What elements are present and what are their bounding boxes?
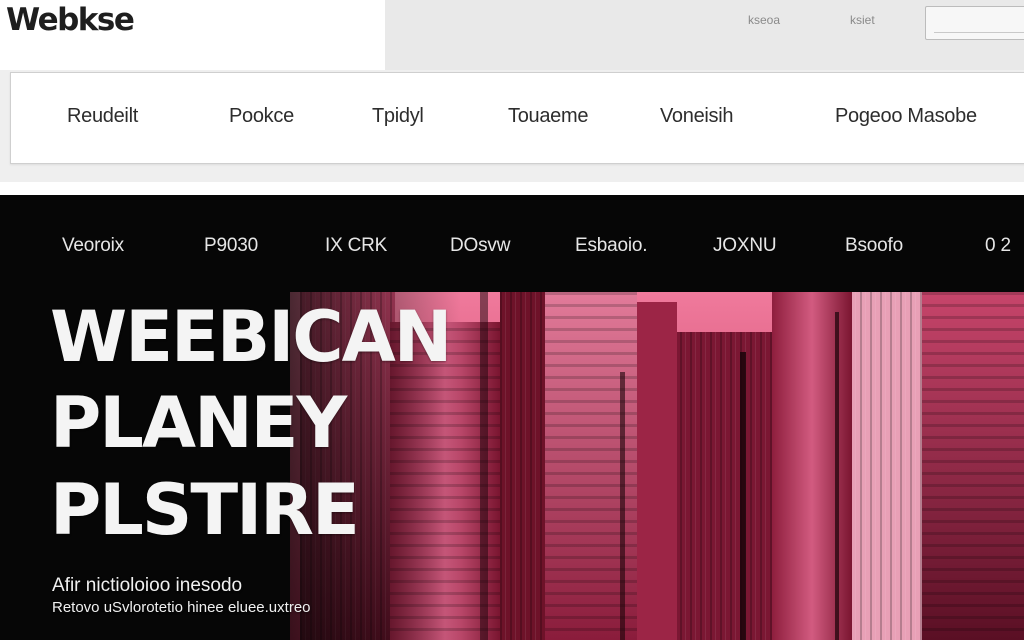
primary-menu: Reudeilt Pookce Tpidyl Touaeme Voneisih … — [0, 58, 1024, 184]
menu-item-2[interactable]: Pookce — [229, 105, 294, 128]
menu-item-4[interactable]: Touaeme — [508, 105, 588, 128]
nav-item-4[interactable]: DOsvw — [450, 235, 510, 257]
nav-item-6[interactable]: JOXNU — [713, 235, 777, 257]
top-link-1[interactable]: kseoa — [748, 13, 780, 27]
nav-item-3[interactable]: IX CRK — [325, 235, 387, 257]
nav-item-8[interactable]: 0 2 — [985, 235, 1011, 257]
hero-title-line-1: WEEBICAN — [50, 296, 452, 378]
nav-item-7[interactable]: Bsoofo — [845, 235, 903, 257]
search-input-underline — [934, 32, 1024, 33]
menu-item-6[interactable]: Pogeoo Masobe — [835, 105, 977, 128]
top-link-2[interactable]: ksiet — [850, 13, 875, 27]
menu-item-5[interactable]: Voneisih — [660, 105, 734, 128]
hero-title-line-3: PLSTIRE — [50, 469, 360, 551]
menu-item-3[interactable]: Tpidyl — [372, 105, 424, 128]
hero-title-line-2: PLANEY — [50, 382, 347, 464]
menu-item-1[interactable]: Reudeilt — [67, 105, 138, 128]
nav-item-2[interactable]: P9030 — [204, 235, 258, 257]
nav-item-1[interactable]: Veoroix — [62, 235, 124, 257]
site-logo[interactable]: Webkse — [6, 2, 135, 38]
hero-subtitle-line-2: Retovo uSvlorotetio hinee eluee.uxtreo — [52, 599, 311, 616]
hero-subtitle-line-1: Afir nictioloioo inesodo — [52, 575, 243, 596]
hero-section: Veoroix P9030 IX CRK DOsvw Esbaoio. JOXN… — [0, 195, 1024, 640]
nav-item-5[interactable]: Esbaoio. — [575, 235, 648, 257]
search-input[interactable] — [925, 6, 1024, 40]
